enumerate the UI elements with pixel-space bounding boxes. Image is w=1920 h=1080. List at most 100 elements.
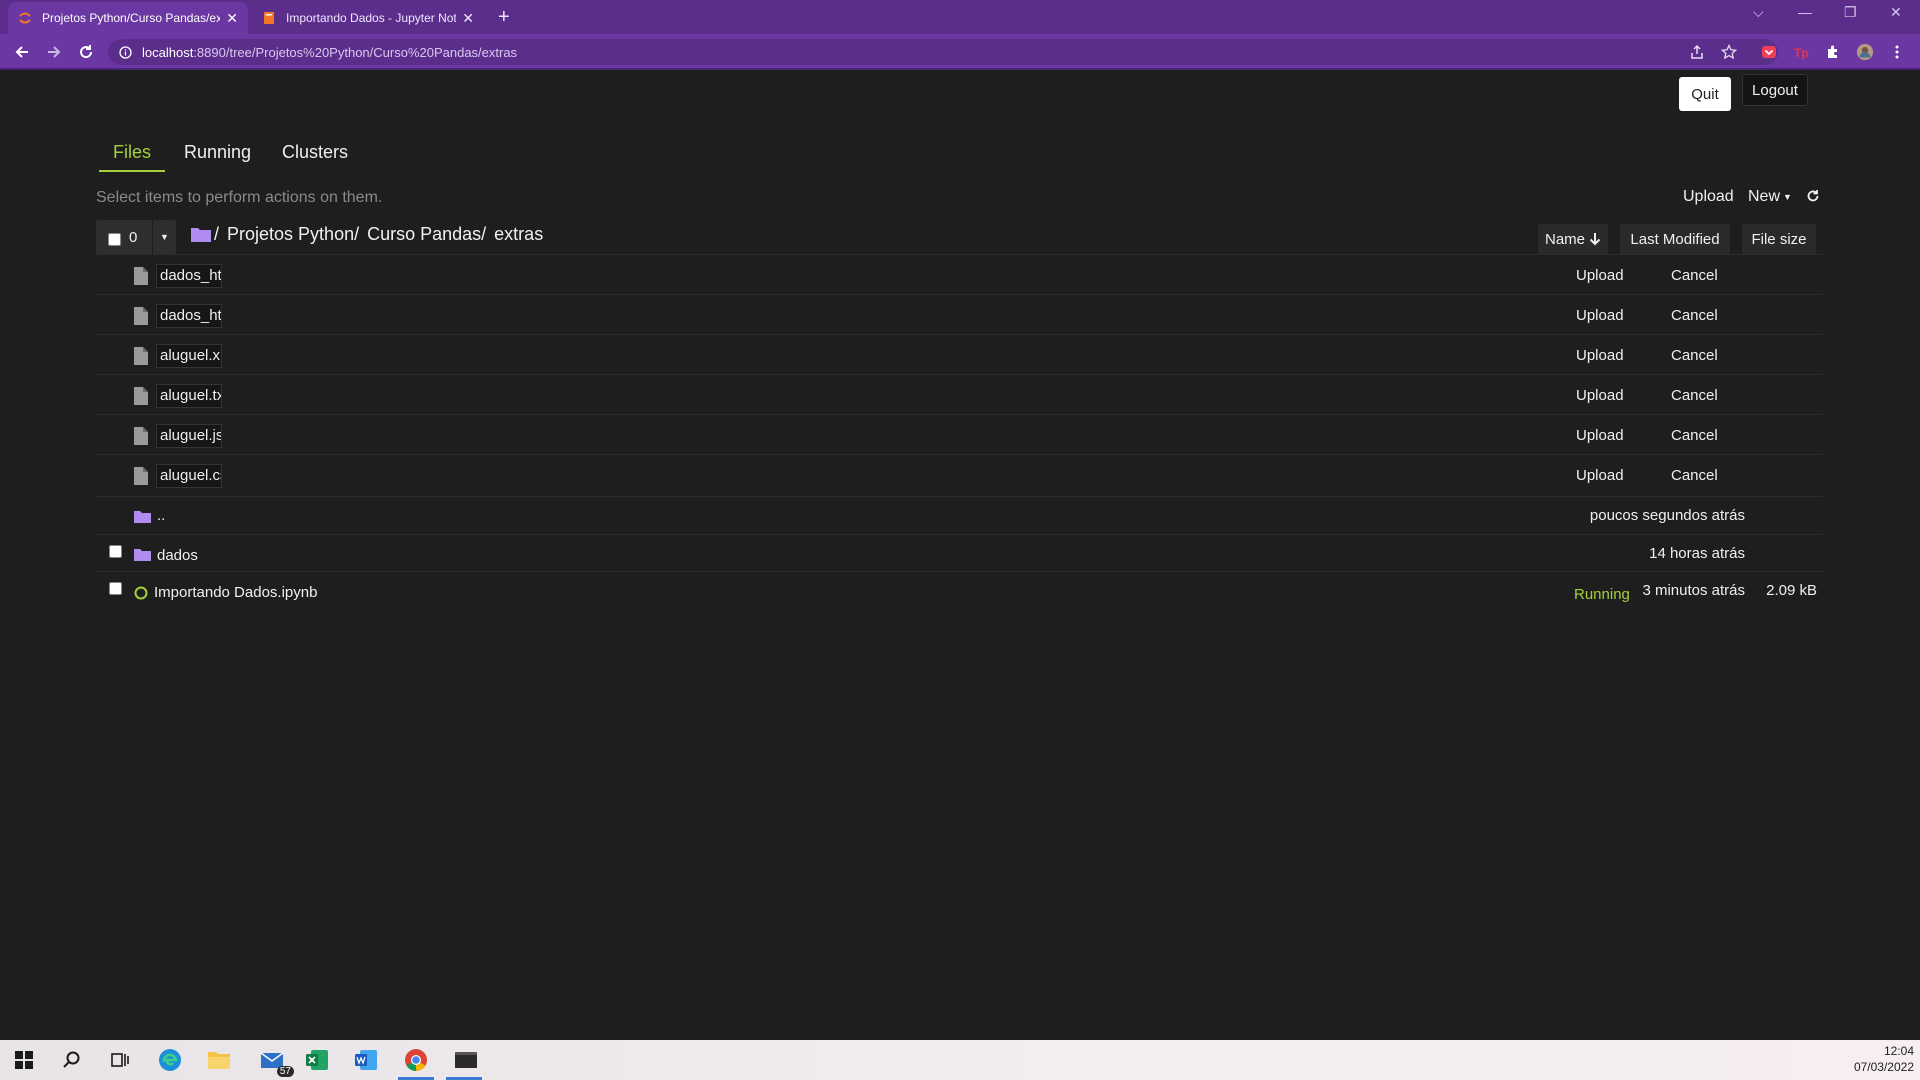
- new-tab-icon[interactable]: +: [498, 6, 510, 29]
- restore-icon[interactable]: ❐: [1844, 4, 1857, 21]
- search-icon[interactable]: [58, 1046, 86, 1074]
- item-name-link[interactable]: dados: [157, 547, 198, 564]
- upload-row: aluguel.csv Upload Cancel: [96, 454, 1823, 494]
- cancel-upload-button[interactable]: Cancel: [1671, 307, 1718, 324]
- breadcrumb-projetos-python[interactable]: Projetos Python/: [227, 224, 359, 245]
- breadcrumb-root[interactable]: /: [214, 224, 219, 245]
- new-button-label: New: [1748, 188, 1781, 205]
- upload-row: dados_html Upload Cancel: [96, 294, 1823, 334]
- upload-file-button[interactable]: Upload: [1576, 347, 1624, 364]
- select-all-group: 0 ▼: [96, 220, 176, 254]
- cancel-upload-button[interactable]: Cancel: [1671, 387, 1718, 404]
- quit-button[interactable]: Quit: [1679, 77, 1731, 111]
- share-icon[interactable]: [1688, 43, 1706, 61]
- new-dropdown-button[interactable]: New ▼: [1748, 188, 1792, 206]
- file-explorer-icon[interactable]: [205, 1046, 233, 1074]
- forward-icon[interactable]: [42, 40, 66, 64]
- upload-file-button[interactable]: Upload: [1576, 427, 1624, 444]
- tab-title: Importando Dados - Jupyter Notebook: [286, 11, 457, 25]
- upload-name-field[interactable]: aluguel.xlsx: [156, 344, 222, 368]
- cancel-upload-button[interactable]: Cancel: [1671, 467, 1718, 484]
- clock-date: 07/03/2022: [1853, 1060, 1914, 1074]
- running-status-badge: Running: [1574, 586, 1630, 603]
- list-item-dados: dados 14 horas atrás: [96, 534, 1823, 571]
- minimize-icon[interactable]: —: [1798, 4, 1812, 20]
- item-checkbox[interactable]: [109, 582, 122, 595]
- selection-hint: Select items to perform actions on them.: [96, 189, 383, 206]
- cancel-upload-button[interactable]: Cancel: [1671, 267, 1718, 284]
- browser-tab-notebook[interactable]: Importando Dados - Jupyter Notebook ✕: [252, 2, 484, 34]
- item-modified: 14 horas atrás: [1649, 545, 1745, 562]
- sort-by-name-button[interactable]: Name: [1538, 224, 1608, 254]
- back-icon[interactable]: [10, 40, 34, 64]
- upload-file-button[interactable]: Upload: [1576, 307, 1624, 324]
- logout-button[interactable]: Logout: [1742, 74, 1808, 106]
- file-icon: [134, 467, 148, 485]
- cancel-upload-button[interactable]: Cancel: [1671, 427, 1718, 444]
- reload-icon[interactable]: [74, 40, 98, 64]
- list-item-parent-dir[interactable]: .. poucos segundos atrás: [96, 496, 1823, 534]
- file-icon: [134, 267, 148, 285]
- select-all-checkbox[interactable]: [108, 232, 121, 246]
- tab-running[interactable]: Running: [184, 142, 251, 163]
- folder-icon[interactable]: [190, 226, 212, 243]
- select-dropdown-caret-icon[interactable]: ▼: [152, 220, 176, 254]
- extension-tp-icon[interactable]: Tp: [1792, 43, 1810, 61]
- tab-search-icon[interactable]: ⌵: [1753, 4, 1764, 21]
- upload-button[interactable]: Upload: [1683, 188, 1734, 206]
- system-clock[interactable]: 12:04 07/03/2022: [1854, 1043, 1914, 1075]
- upload-file-button[interactable]: Upload: [1576, 387, 1624, 404]
- folder-icon: [134, 549, 151, 561]
- site-info-icon[interactable]: [118, 45, 132, 59]
- item-name-link[interactable]: Importando Dados.ipynb: [154, 584, 317, 601]
- upload-file-button[interactable]: Upload: [1576, 467, 1624, 484]
- close-tab-icon[interactable]: ✕: [462, 10, 474, 27]
- extensions-puzzle-icon[interactable]: [1824, 43, 1842, 61]
- upload-row: aluguel.xlsx Upload Cancel: [96, 334, 1823, 374]
- close-tab-icon[interactable]: ✕: [226, 10, 238, 27]
- file-icon: [134, 387, 148, 405]
- browser-tab-files[interactable]: Projetos Python/Curso Pandas/extras/ ✕: [8, 2, 248, 34]
- item-name-link[interactable]: ..: [157, 507, 165, 524]
- list-item-notebook: Importando Dados.ipynb Running 3 minutos…: [96, 571, 1823, 608]
- mail-icon[interactable]: 57: [256, 1046, 294, 1077]
- active-tab-indicator: [99, 170, 165, 172]
- task-view-icon[interactable]: [106, 1046, 134, 1074]
- url-path: :8890/tree/Projetos%20Python/Curso%20Pan…: [193, 44, 518, 60]
- word-icon[interactable]: [352, 1046, 380, 1074]
- excel-icon[interactable]: [303, 1046, 331, 1074]
- upload-name-field[interactable]: aluguel.csv: [156, 464, 222, 488]
- upload-name-field[interactable]: dados_html: [156, 304, 222, 328]
- tab-files[interactable]: Files: [113, 142, 151, 163]
- bookmark-star-icon[interactable]: [1720, 43, 1738, 61]
- tab-clusters[interactable]: Clusters: [282, 142, 348, 163]
- upload-name-field[interactable]: aluguel.txt: [156, 384, 222, 408]
- svg-text:Tp: Tp: [1794, 46, 1809, 60]
- sort-by-last-modified-button[interactable]: Last Modified: [1620, 224, 1730, 254]
- close-window-icon[interactable]: ✕: [1890, 4, 1902, 21]
- browser-menu-icon[interactable]: [1888, 43, 1906, 61]
- clock-time: 12:04: [1883, 1044, 1914, 1058]
- notebook-favicon-icon: [262, 11, 276, 25]
- upload-row: dados_html Upload Cancel: [96, 254, 1823, 294]
- url-field[interactable]: localhost:8890/tree/Projetos%20Python/Cu…: [108, 39, 1778, 65]
- breadcrumb-extras[interactable]: extras: [494, 224, 543, 245]
- sort-by-file-size-button[interactable]: File size: [1742, 224, 1816, 254]
- file-icon: [134, 427, 148, 445]
- windows-start-icon[interactable]: [10, 1046, 38, 1074]
- upload-name-field[interactable]: dados_html: [156, 264, 222, 288]
- upload-name-field[interactable]: aluguel.json: [156, 424, 222, 448]
- url-host: localhost: [142, 44, 194, 60]
- upload-row: aluguel.json Upload Cancel: [96, 414, 1823, 454]
- selected-count: 0: [129, 228, 138, 246]
- profile-avatar-icon[interactable]: [1856, 43, 1874, 61]
- chrome-icon[interactable]: [402, 1046, 430, 1074]
- item-checkbox[interactable]: [109, 545, 122, 558]
- edge-browser-icon[interactable]: [156, 1046, 184, 1074]
- breadcrumb-curso-pandas[interactable]: Curso Pandas/: [367, 224, 486, 245]
- pocket-extension-icon[interactable]: [1760, 43, 1778, 61]
- terminal-icon[interactable]: [452, 1046, 480, 1074]
- cancel-upload-button[interactable]: Cancel: [1671, 347, 1718, 364]
- refresh-icon[interactable]: [1806, 189, 1820, 208]
- upload-file-button[interactable]: Upload: [1576, 267, 1624, 284]
